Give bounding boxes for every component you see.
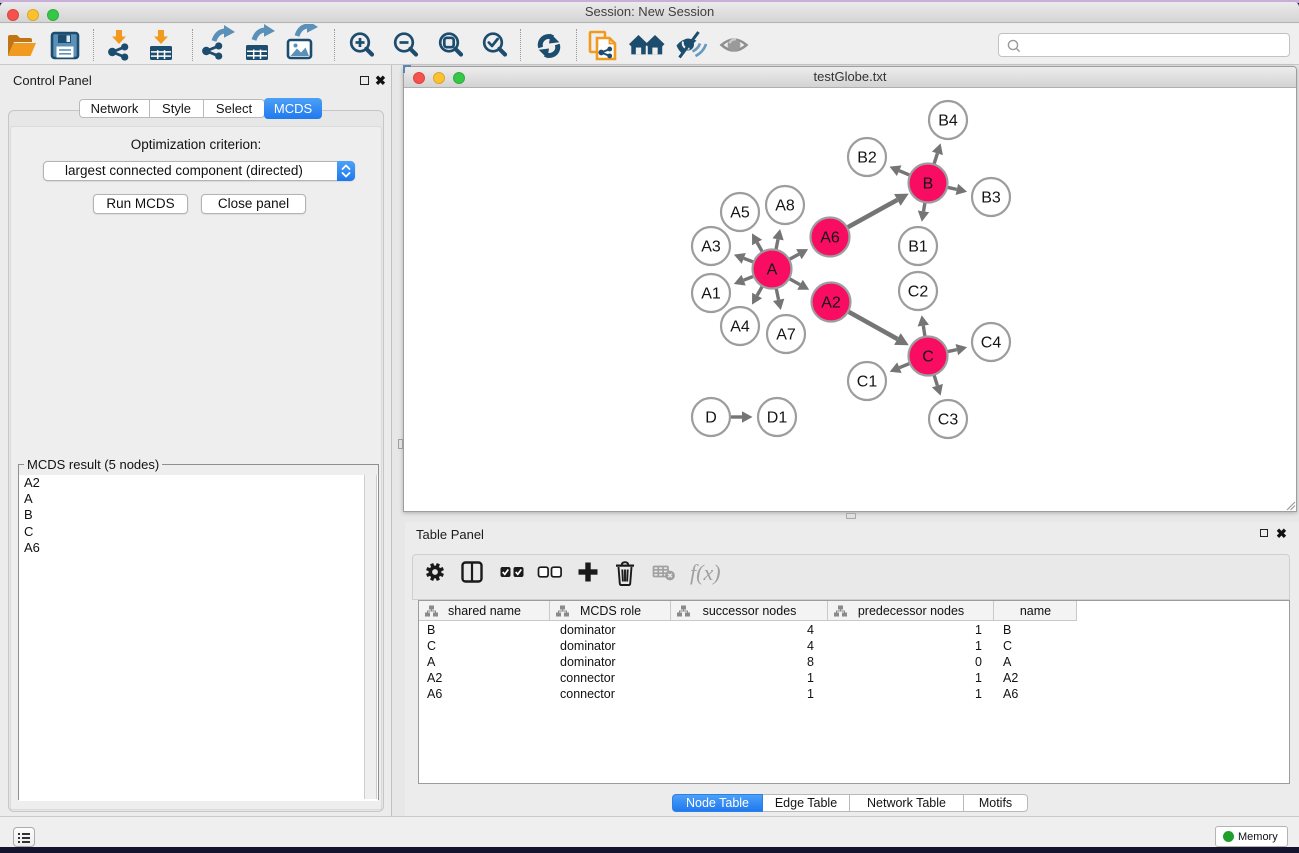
svg-text:f(x): f(x) [690,560,721,585]
svg-text:C1: C1 [857,374,878,391]
svg-text:B1: B1 [908,239,928,256]
svg-text:name: name [1020,604,1051,618]
svg-text:MCDS role: MCDS role [580,604,641,618]
svg-text:B2: B2 [857,150,877,167]
svg-text:C2: C2 [908,284,929,301]
svg-text:B4: B4 [938,113,958,130]
svg-text:A1: A1 [701,286,721,303]
svg-text:A4: A4 [730,319,750,336]
svg-text:A2: A2 [821,295,841,312]
svg-text:A5: A5 [730,205,750,222]
svg-text:A3: A3 [701,239,721,256]
svg-text:B: B [923,176,934,193]
svg-text:predecessor nodes: predecessor nodes [858,604,964,618]
svg-text:D1: D1 [767,410,788,427]
svg-text:successor nodes: successor nodes [703,604,797,618]
svg-text:A8: A8 [775,198,795,215]
svg-text:C3: C3 [938,412,959,429]
svg-text:C4: C4 [981,335,1002,352]
svg-text:C: C [922,349,934,366]
svg-text:A: A [767,262,778,279]
svg-text:D: D [705,410,717,427]
svg-text:shared name: shared name [448,604,521,618]
svg-text:B3: B3 [981,190,1001,207]
svg-text:A7: A7 [776,327,796,344]
svg-text:A6: A6 [820,230,840,247]
